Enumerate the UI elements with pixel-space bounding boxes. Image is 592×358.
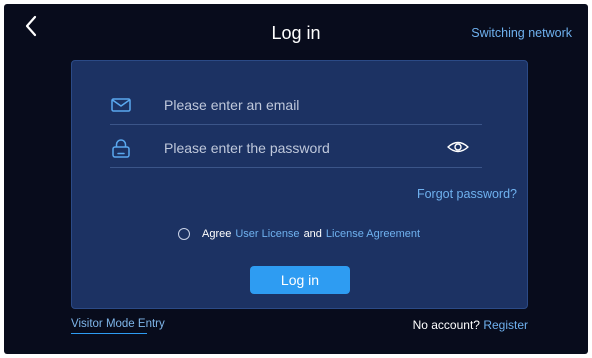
user-license-link[interactable]: User License	[235, 228, 299, 240]
back-button[interactable]	[22, 14, 42, 38]
agree-text: Agree	[202, 228, 232, 240]
envelope-icon	[111, 98, 131, 112]
login-button[interactable]: Log in	[250, 266, 350, 294]
login-card: Forgot password? Agree User License and …	[71, 60, 528, 309]
login-screen: Log in Switching network Forgot password…	[4, 4, 588, 354]
switch-network-link[interactable]: Switching network	[471, 26, 572, 40]
chevron-left-icon	[25, 15, 37, 37]
agree-radio[interactable]	[178, 228, 190, 240]
email-field	[110, 85, 482, 125]
register-link[interactable]: Register	[483, 318, 528, 332]
password-input[interactable]	[162, 136, 446, 160]
and-text: and	[303, 228, 322, 240]
lock-icon	[112, 139, 130, 158]
email-input[interactable]	[162, 93, 446, 117]
forgot-password-link[interactable]: Forgot password?	[417, 187, 517, 201]
password-field	[110, 128, 482, 168]
agreement-row: Agree User License and License Agreement	[178, 225, 420, 243]
eye-icon[interactable]	[446, 139, 470, 155]
license-agreement-link[interactable]: License Agreement	[326, 228, 420, 240]
no-account-text: No account?	[412, 318, 480, 332]
register-row: No account? Register	[413, 318, 528, 332]
visitor-mode-link[interactable]: Visitor Mode Entry	[71, 318, 165, 330]
visitor-underline	[71, 333, 147, 334]
